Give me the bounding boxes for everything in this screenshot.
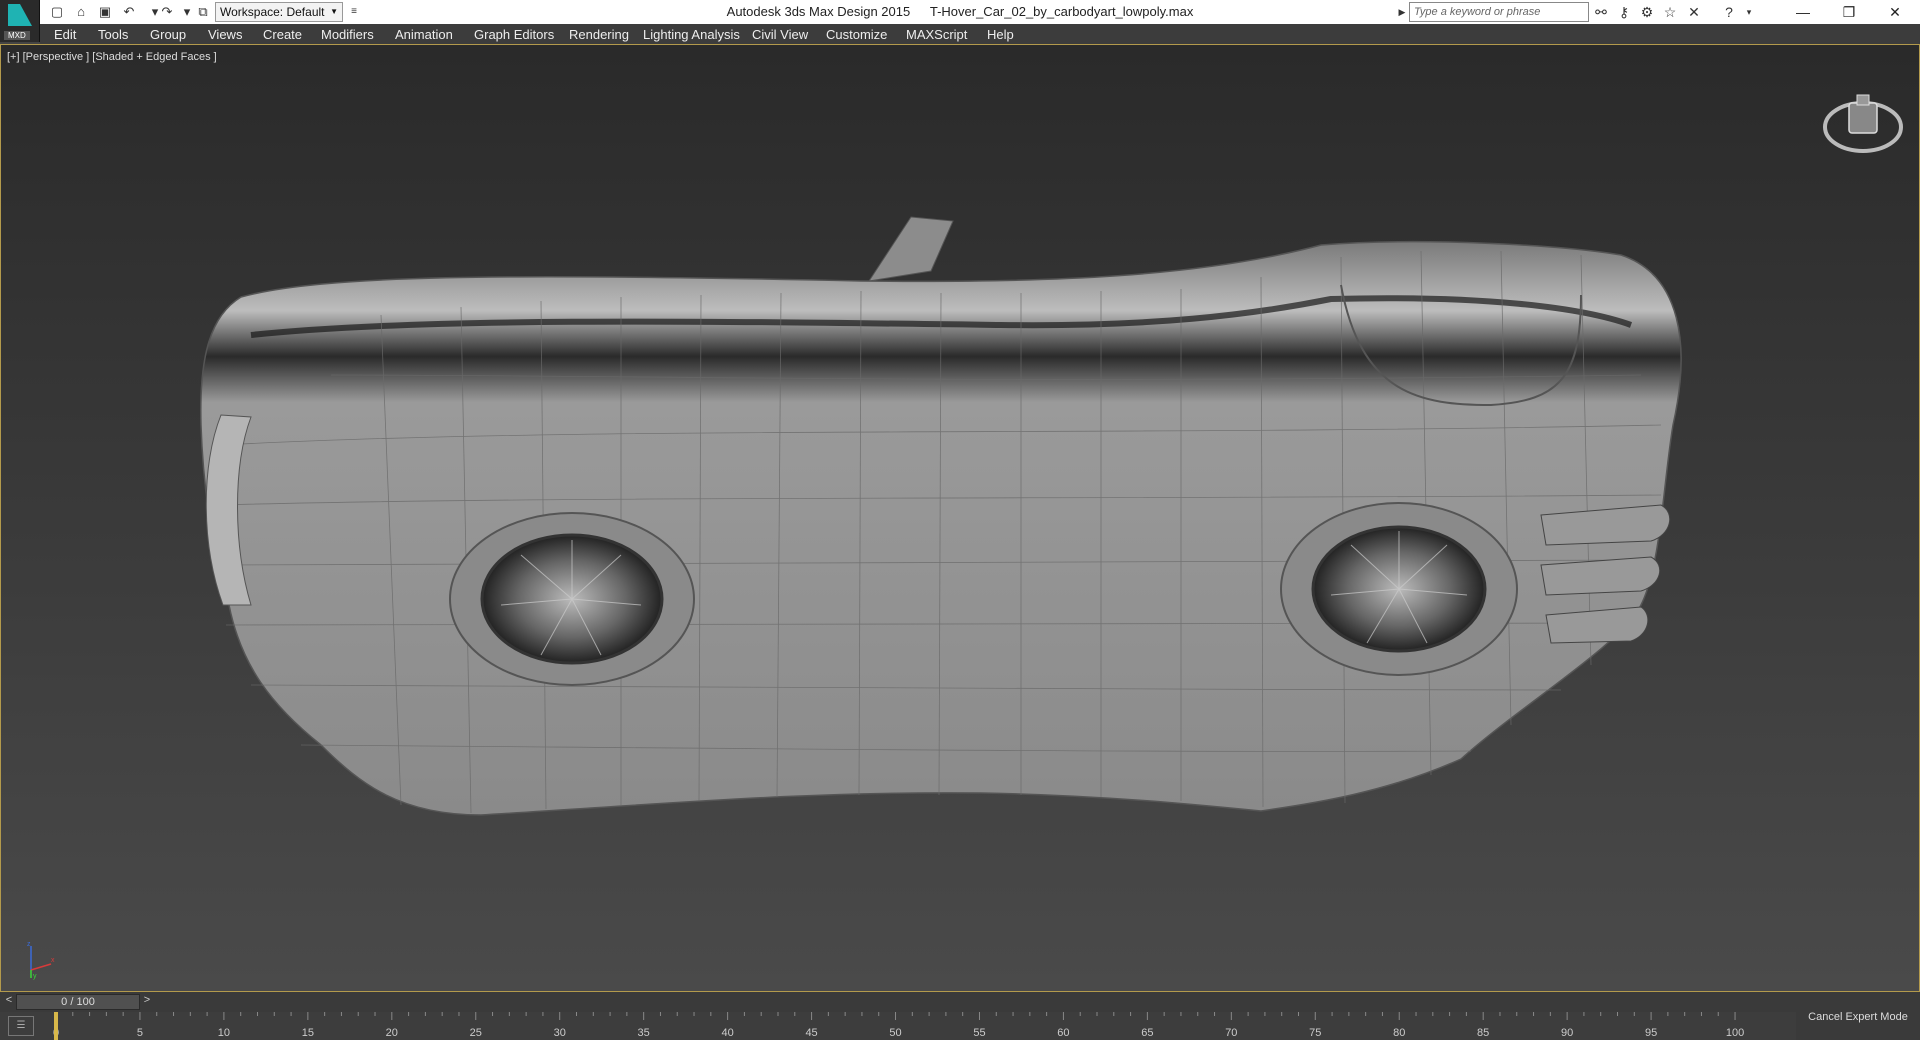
ruler-tick-label: 60 [1057, 1027, 1069, 1039]
cancel-expert-mode-button[interactable]: Cancel Expert Mode [1796, 1000, 1920, 1040]
ruler-tick-label: 55 [973, 1027, 985, 1039]
help-dropdown-icon[interactable]: ▾ [1740, 3, 1758, 21]
menu-tools[interactable]: Tools [98, 27, 128, 42]
ruler-tick-label: 85 [1477, 1027, 1489, 1039]
search-input[interactable]: Type a keyword or phrase [1409, 2, 1589, 22]
menu-lighting-analysis[interactable]: Lighting Analysis [643, 27, 740, 42]
exhaust-pipes [1540, 504, 1671, 644]
chevron-down-icon: ▼ [330, 7, 338, 16]
ruler-tick-label: 20 [386, 1027, 398, 1039]
axis-x-label: x [51, 957, 55, 964]
file-name: T-Hover_Car_02_by_carbodyart_lowpoly.max [929, 4, 1194, 19]
ruler-tick-label: 35 [638, 1027, 650, 1039]
axis-z-label: z [27, 941, 31, 948]
ruler-tick-label: 90 [1561, 1027, 1573, 1039]
open-file-icon[interactable]: ⌂ [72, 3, 90, 21]
ruler-tick-label: 65 [1141, 1027, 1153, 1039]
hover-car-model[interactable] [1, 45, 1919, 991]
key-icon[interactable]: ⚷ [1615, 3, 1633, 21]
restore-button[interactable]: ❐ [1826, 0, 1872, 24]
undo-icon[interactable]: ↶ [120, 3, 138, 21]
menu-customize[interactable]: Customize [826, 27, 887, 42]
app-logo-label: MXD [4, 31, 30, 40]
save-icon[interactable]: ▣ [96, 3, 114, 21]
current-frame-marker [54, 1012, 58, 1040]
ruler-tick-label: 15 [302, 1027, 314, 1039]
new-file-icon[interactable]: ▢ [48, 3, 66, 21]
mini-curve-editor-toggle[interactable]: ☰ [8, 1016, 34, 1036]
previous-frame-button[interactable]: < [2, 994, 16, 1010]
ruler-tick-label: 70 [1225, 1027, 1237, 1039]
tools-icon[interactable]: ⚙ [1638, 3, 1656, 21]
project-folder-icon[interactable]: ⧉ [194, 3, 212, 21]
help-icon[interactable]: ? [1720, 3, 1738, 21]
ruler-tick-label: 5 [137, 1027, 143, 1039]
ruler-tick-label: 10 [218, 1027, 230, 1039]
app-title: Autodesk 3ds Max Design 2015 [726, 4, 911, 19]
menu-animation[interactable]: Animation [395, 27, 453, 42]
ruler-tick-label: 75 [1309, 1027, 1321, 1039]
max-logo-icon [8, 4, 32, 26]
time-slider-thumb[interactable]: 0 / 100 [16, 994, 140, 1010]
workspace-dropdown[interactable]: Workspace: Default ▼ [215, 2, 343, 22]
next-frame-button[interactable]: > [140, 994, 154, 1010]
ruler-tick-label: 50 [889, 1027, 901, 1039]
binoculars-icon[interactable]: ⚯ [1592, 3, 1610, 21]
ruler-tick-label: 40 [721, 1027, 733, 1039]
menu-graph-editors[interactable]: Graph Editors [474, 27, 554, 42]
axis-gizmo-icon: z x y [27, 941, 55, 980]
axis-y-label: y [33, 973, 37, 980]
ruler-tick-label: 100 [1726, 1027, 1744, 1039]
viewcube-icon[interactable] [1823, 85, 1903, 155]
menu-group[interactable]: Group [150, 27, 186, 42]
title-bar: MXD ▢ ⌂ ▣ ↶ ▾ ↷ ▾ ⧉ Workspace: Default ▼… [0, 0, 1920, 42]
redo-icon[interactable]: ↷ [158, 3, 176, 21]
menu-edit[interactable]: Edit [54, 27, 76, 42]
menu-maxscript[interactable]: MAXScript [906, 27, 967, 42]
close-button[interactable]: ✕ [1872, 0, 1918, 24]
track-bar[interactable]: ☰ 05101520253035404550556065707580859095… [0, 1012, 1920, 1040]
menu-rendering[interactable]: Rendering [569, 27, 629, 42]
ruler-tick-label: 80 [1393, 1027, 1405, 1039]
minimize-button[interactable]: — [1780, 0, 1826, 24]
menu-bar: Edit Tools Group Views Create Modifiers … [40, 24, 1920, 44]
menu-create[interactable]: Create [263, 27, 302, 42]
menu-views[interactable]: Views [208, 27, 242, 42]
workspace-label: Workspace: Default [220, 5, 325, 19]
menu-modifiers[interactable]: Modifiers [321, 27, 374, 42]
customize-qat-icon[interactable]: ≡ [345, 3, 363, 21]
star-icon[interactable]: ☆ [1661, 3, 1679, 21]
perspective-viewport[interactable]: [+] [Perspective ] [Shaded + Edged Faces… [0, 44, 1920, 992]
ruler-tick-label: 45 [805, 1027, 817, 1039]
ruler-tick-label: 30 [554, 1027, 566, 1039]
time-slider[interactable]: < 0 / 100 > [0, 992, 1920, 1012]
x-exchange-icon[interactable]: ✕ [1685, 3, 1703, 21]
app-logo-button[interactable]: MXD [0, 0, 40, 42]
menu-help[interactable]: Help [987, 27, 1014, 42]
ruler-tick-label: 25 [470, 1027, 482, 1039]
antenna-shape [867, 216, 954, 282]
frame-ruler[interactable]: 0510152025303540455055606570758085909510… [46, 1012, 1746, 1040]
menu-civil-view[interactable]: Civil View [752, 27, 808, 42]
ruler-tick-label: 95 [1645, 1027, 1657, 1039]
